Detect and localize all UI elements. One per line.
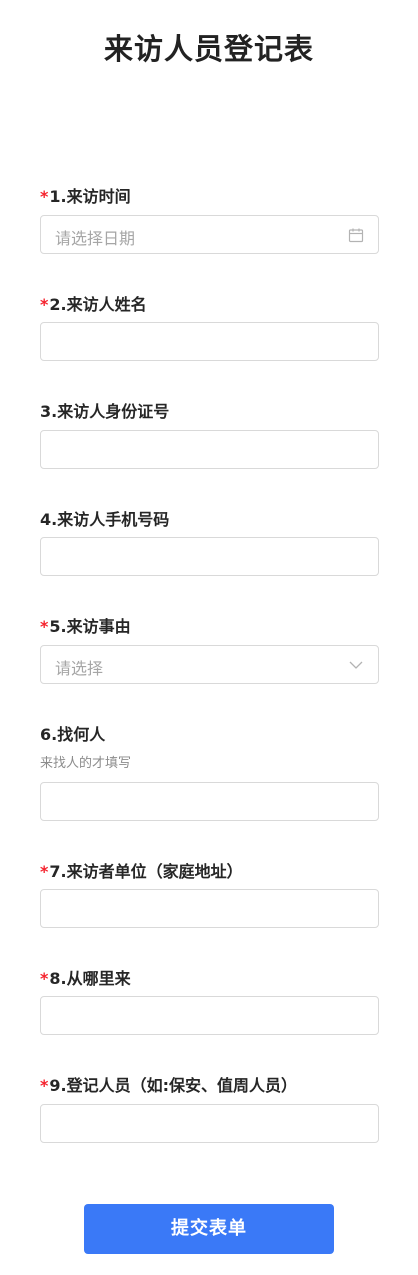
submit-button[interactable]: 提交表单 <box>84 1204 334 1254</box>
required-mark: * <box>40 1076 49 1095</box>
field-label-text: 1.来访时间 <box>49 187 131 206</box>
field-hint: 来找人的才填写 <box>40 756 132 771</box>
field-label-text: 5.来访事由 <box>49 617 131 636</box>
visit-date-picker[interactable]: 请选择日期 <box>40 215 379 254</box>
page-title: 来访人员登记表 <box>103 32 314 66</box>
host-person-input[interactable] <box>40 782 379 821</box>
required-mark: * <box>40 969 49 988</box>
date-placeholder: 请选择日期 <box>55 229 136 248</box>
field-label: *2.来访人姓名 <box>40 291 147 315</box>
required-mark: * <box>40 295 49 314</box>
calendar-icon <box>348 228 364 243</box>
visitor-id-input[interactable] <box>40 430 379 469</box>
visitor-unit-input[interactable] <box>40 889 379 928</box>
visitor-phone-input[interactable] <box>40 537 379 576</box>
visit-reason-select[interactable]: 请选择 <box>40 645 379 684</box>
field-label-text: 9.登记人员（如:保安、值周人员） <box>49 1076 297 1095</box>
field-label-text: 8.从哪里来 <box>49 969 131 988</box>
field-label: *7.来访者单位（家庭地址） <box>40 858 243 882</box>
field-label: *5.来访事由 <box>40 613 131 637</box>
origin-input[interactable] <box>40 996 379 1035</box>
field-label: 3.来访人身份证号 <box>40 402 170 421</box>
field-label: 4.来访人手机号码 <box>40 510 170 529</box>
required-mark: * <box>40 862 49 881</box>
field-label: 6.找何人 <box>40 725 106 744</box>
select-placeholder: 请选择 <box>55 659 104 678</box>
field-label-text: 7.来访者单位（家庭地址） <box>49 862 243 881</box>
field-label: *8.从哪里来 <box>40 965 131 989</box>
required-mark: * <box>40 617 49 636</box>
field-label: *9.登记人员（如:保安、值周人员） <box>40 1072 297 1096</box>
registrar-input[interactable] <box>40 1104 379 1143</box>
field-label-text: 2.来访人姓名 <box>49 295 147 314</box>
visitor-name-input[interactable] <box>40 322 379 361</box>
required-mark: * <box>40 187 49 206</box>
chevron-down-icon <box>349 661 363 669</box>
field-label: *1.来访时间 <box>40 183 131 207</box>
